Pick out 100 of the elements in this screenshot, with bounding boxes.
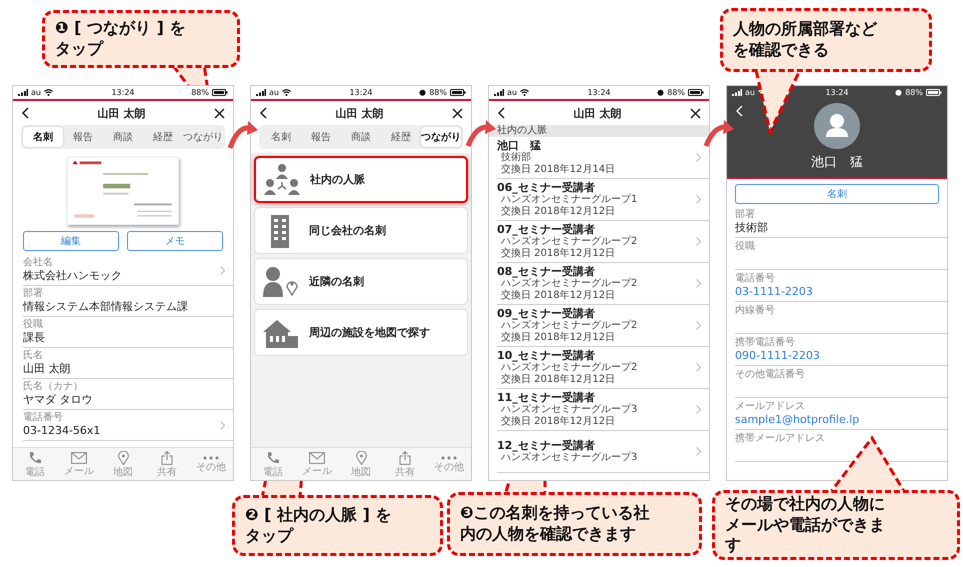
field-label: 氏名 — [23, 350, 44, 362]
action-button[interactable]: 編集 — [23, 231, 119, 251]
contact-link[interactable]: 03-1111-2203 — [735, 285, 947, 299]
back-icon[interactable] — [259, 107, 267, 119]
tab[interactable]: 商談 — [103, 127, 143, 147]
menu-item[interactable]: 社内の人脈 — [254, 156, 468, 203]
menu-item[interactable]: 周辺の施設を地図で探す — [254, 309, 468, 356]
field-label: 携帯メールアドレス — [735, 433, 826, 445]
exchange-date: 交換日 2018年12月12日 — [500, 206, 616, 218]
field-value: 課長 — [23, 331, 46, 345]
tab[interactable]: 商談 — [341, 127, 381, 147]
battery-percent: 88% — [429, 88, 447, 97]
curved-arrow — [228, 121, 258, 149]
close-icon[interactable] — [690, 108, 701, 118]
signal-icon — [256, 89, 266, 96]
field-label: 内線番号 — [735, 305, 776, 317]
tab[interactable]: つながり — [183, 127, 223, 147]
contact-group: 技術部 — [497, 152, 696, 164]
wifi-icon — [44, 89, 53, 96]
exchange-date: 交換日 2018年12月14日 — [500, 164, 616, 176]
contact-name: 池口 猛 — [497, 139, 542, 152]
contact-row[interactable]: 06_セミナー受講者 ハンズオンセミナーグループ1 交換日 2018年12月12日 — [497, 179, 709, 221]
contact-group: ハンズオンセミナーグループ3 — [497, 404, 696, 416]
battery-icon — [212, 89, 228, 96]
header-title: 山田 太朗 — [574, 106, 622, 120]
mail-icon — [71, 452, 87, 464]
exchange-date: 交換日 2018年12月12日 — [500, 290, 616, 302]
signal-icon — [494, 89, 504, 96]
field-label: 電話番号 — [23, 412, 64, 424]
wifi-icon — [520, 89, 529, 96]
contact-name: 08_セミナー受講者 — [497, 265, 596, 278]
back-icon[interactable] — [21, 107, 29, 119]
contact-name: 12_セミナー受講者 — [497, 439, 596, 452]
field-label: 部署 — [23, 288, 44, 300]
carrier-label: au — [745, 88, 755, 97]
exchange-date: 交換日 2018年12月12日 — [500, 374, 616, 386]
carrier-label: au — [269, 88, 279, 97]
map-pin-icon — [118, 450, 128, 464]
contact-row[interactable]: 07_セミナー受講者 ハンズオンセミナーグループ2 交換日 2018年12月12日 — [497, 221, 709, 263]
mail-icon — [309, 452, 325, 464]
battery-percent: 88% — [191, 88, 209, 97]
contact-name: 07_セミナー受講者 — [497, 223, 596, 236]
more-icon — [441, 456, 457, 460]
contact-group: ハンズオンセミナーグループ3 — [497, 452, 696, 464]
tab[interactable]: つながり — [421, 127, 461, 147]
battery-icon — [688, 89, 704, 96]
battery-percent: 88% — [905, 88, 923, 97]
callout: ❷ [ 社内の人脈 ] をタップ — [232, 495, 443, 556]
header-title: 山田 太朗 — [336, 106, 384, 120]
field-label: 携帯電話番号 — [735, 337, 796, 349]
people-icon — [264, 162, 300, 196]
phone-icon — [266, 450, 280, 464]
tab[interactable]: 名刺 — [23, 127, 63, 147]
contact-group: ハンズオンセミナーグループ2 — [497, 236, 696, 248]
field-value: 03-1234-56x1 — [23, 424, 102, 438]
chevron-icon — [696, 153, 701, 162]
menu-item[interactable]: 同じ会社の名刺 — [254, 207, 468, 254]
contact-name: 10_セミナー受講者 — [497, 349, 596, 362]
contact-link[interactable]: sample1@hotprofile.lp — [735, 413, 947, 427]
action-button[interactable]: メモ — [127, 231, 223, 251]
more-icon — [203, 456, 219, 460]
chevron-icon — [696, 447, 701, 456]
close-icon[interactable] — [214, 108, 225, 118]
contact-row[interactable]: 11_セミナー受講者 ハンズオンセミナーグループ3 交換日 2018年12月12日 — [497, 389, 709, 431]
contact-row[interactable]: 08_セミナー受講者 ハンズオンセミナーグループ2 交換日 2018年12月12日 — [497, 263, 709, 305]
contact-group: ハンズオンセミナーグループ2 — [497, 362, 696, 374]
card-button[interactable]: 名刺 — [735, 184, 939, 204]
back-icon[interactable] — [497, 107, 505, 119]
contact-group: ハンズオンセミナーグループ2 — [497, 278, 696, 290]
tab[interactable]: 報告 — [63, 127, 103, 147]
contact-link[interactable]: 090-1111-2203 — [735, 349, 947, 363]
field-value: ヤマダ タロウ — [23, 393, 94, 407]
tab[interactable]: 経歴 — [381, 127, 421, 147]
contact-group: ハンズオンセミナーグループ2 — [497, 320, 696, 332]
chevron-icon — [696, 363, 701, 372]
menu-item[interactable]: 近隣の名刺 — [254, 258, 468, 305]
battery-icon — [450, 89, 466, 96]
signal-icon — [18, 89, 28, 96]
contact-group: ハンズオンセミナーグループ1 — [497, 194, 696, 206]
field-label: 電話番号 — [735, 273, 776, 285]
contact-row[interactable]: 池口 猛 技術部 交換日 2018年12月14日 — [497, 137, 709, 179]
curved-arrow — [704, 120, 734, 147]
tab[interactable]: 報告 — [301, 127, 341, 147]
chevron-icon — [696, 405, 701, 414]
contact-row[interactable]: 09_セミナー受講者 ハンズオンセミナーグループ2 交換日 2018年12月12日 — [497, 305, 709, 347]
contact-name: 09_セミナー受講者 — [497, 307, 596, 320]
chevron-icon — [696, 279, 701, 288]
tab[interactable]: 経歴 — [143, 127, 183, 147]
contact-row[interactable]: 10_セミナー受講者 ハンズオンセミナーグループ2 交換日 2018年12月12日 — [497, 347, 709, 389]
exchange-date: 交換日 2018年12月12日 — [500, 332, 616, 344]
share-icon — [399, 450, 411, 464]
field-label: 会社名 — [23, 257, 54, 269]
contact-row[interactable]: 12_セミナー受講者 ハンズオンセミナーグループ3 — [497, 431, 709, 473]
tab[interactable]: 名刺 — [261, 127, 301, 147]
section-header: 社内の人脈 — [489, 125, 709, 137]
field-value: 情報システム本部情報システム課 — [23, 300, 189, 314]
map-pin-icon — [356, 450, 366, 464]
field-value: 株式会社ハンモック — [23, 269, 123, 283]
close-icon[interactable] — [452, 108, 463, 118]
chevron-icon — [696, 321, 701, 330]
